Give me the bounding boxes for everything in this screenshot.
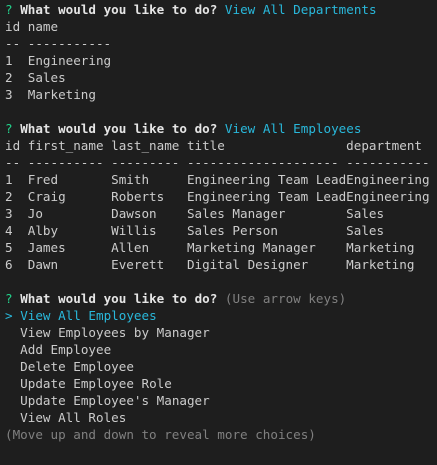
cell-first-name: Fred xyxy=(27,172,59,187)
prompt-question: What would you like to do? xyxy=(20,2,218,17)
cell-id: 1 xyxy=(5,172,13,187)
prompt-line-departments: ? What would you like to do? View All De… xyxy=(5,1,437,18)
column-header-id: id xyxy=(5,138,21,153)
cell-last-name: Roberts xyxy=(111,189,165,204)
cell-first-name: Jo xyxy=(27,206,43,221)
cell-last-name: Dawson xyxy=(111,206,157,221)
cell-department: Marketing xyxy=(346,240,415,255)
cell-id: 2 xyxy=(5,189,13,204)
menu-item-label: Add Employee xyxy=(20,342,112,357)
question-mark-icon: ? xyxy=(5,2,13,17)
column-header-first-name: first_name xyxy=(27,138,104,153)
column-header-id: id xyxy=(5,19,21,34)
column-header-department: department xyxy=(346,138,422,153)
prompt-question: What would you like to do? xyxy=(20,291,218,306)
prompt-line-active: ? What would you like to do? (Use arrow … xyxy=(5,290,437,307)
menu-item-delete-employee[interactable]: Delete Employee xyxy=(5,358,437,375)
question-mark-icon: ? xyxy=(5,121,13,136)
menu-item-update-employee-role[interactable]: Update Employee Role xyxy=(5,375,437,392)
employees-separator-row: -- ---------- --------- -------------------… xyxy=(5,154,437,171)
cell-title: Digital Designer xyxy=(186,257,309,272)
cell-id: 2 xyxy=(5,70,13,85)
prompt-hint: (Use arrow keys) xyxy=(224,291,347,306)
prompt-line-employees: ? What would you like to do? View All Em… xyxy=(5,120,437,137)
prompt-answer: View All Employees xyxy=(224,121,362,136)
prompt-question: What would you like to do? xyxy=(20,121,218,136)
cell-id: 1 xyxy=(5,53,13,68)
menu-item-add-employee[interactable]: Add Employee xyxy=(5,341,437,358)
question-mark-icon: ? xyxy=(5,291,13,306)
cell-id: 3 xyxy=(5,87,13,102)
cell-name: Engineering xyxy=(27,53,112,68)
table-row: 2 Craig Roberts Engineering Team LeadEngine… xyxy=(5,188,437,205)
cell-title: Marketing Manager xyxy=(186,240,316,255)
cell-first-name: Alby xyxy=(27,223,59,238)
separator-department: ----------- xyxy=(346,155,430,170)
table-row: 1 Fred Smith Engineering Team LeadEngineeri… xyxy=(5,171,437,188)
departments-header-row: id name xyxy=(5,18,437,35)
cell-title: Engineering Team Lead xyxy=(186,172,347,187)
cell-first-name: Dawn xyxy=(27,257,59,272)
cell-id: 3 xyxy=(5,206,13,221)
menu-item-label: View Employees by Manager xyxy=(20,325,210,340)
terminal-window[interactable]: ? What would you like to do? View All De… xyxy=(0,0,437,465)
menu-item-label: View All Roles xyxy=(20,410,127,425)
menu-item-label: View All Employees xyxy=(20,308,157,323)
selection-pointer-icon: > xyxy=(5,308,13,323)
cell-department: Engineering xyxy=(346,172,430,187)
cell-title: Sales Manager xyxy=(186,206,286,221)
cell-department: Engineering xyxy=(346,189,430,204)
cell-last-name: Smith xyxy=(111,172,150,187)
menu-item-label: Update Employee Role xyxy=(20,376,172,391)
cell-title: Engineering Team Lead xyxy=(186,189,347,204)
cell-last-name: Everett xyxy=(111,257,165,272)
menu-footer-hint: (Move up and down to reveal more choices… xyxy=(5,427,316,442)
separator-id: -- xyxy=(5,155,21,170)
cell-id: 5 xyxy=(5,240,13,255)
menu-item-update-employee-manager[interactable]: Update Employee's Manager xyxy=(5,392,437,409)
cell-last-name: Allen xyxy=(111,240,150,255)
table-row: 6 Dawn Everett Digital Designer Marketing xyxy=(5,256,437,273)
separator-title: -------------------- xyxy=(186,155,339,170)
cell-title: Sales Person xyxy=(186,223,278,238)
table-row: 5 James Allen Marketing Manager Marketing xyxy=(5,239,437,256)
table-row: 1 Engineering xyxy=(5,52,437,69)
cell-name: Sales xyxy=(27,70,66,85)
separator-first-name: ---------- xyxy=(27,155,104,170)
menu-item-view-employees-by-manager[interactable]: View Employees by Manager xyxy=(5,324,437,341)
table-row: 3 Jo Dawson Sales Manager Sales xyxy=(5,205,437,222)
cell-id: 6 xyxy=(5,257,13,272)
cell-id: 4 xyxy=(5,223,13,238)
separator-id: -- xyxy=(5,36,21,51)
separator-last-name: --------- xyxy=(111,155,180,170)
cell-first-name: James xyxy=(27,240,66,255)
table-row: 3 Marketing xyxy=(5,86,437,103)
column-header-last-name: last_name xyxy=(111,138,180,153)
table-row: 2 Sales xyxy=(5,69,437,86)
menu-item-view-all-employees[interactable]: > View All Employees xyxy=(5,307,437,324)
departments-separator-row: -- ----------- xyxy=(5,35,437,52)
column-header-title: title xyxy=(186,138,225,153)
menu-item-label: Delete Employee xyxy=(20,359,134,374)
prompt-answer: View All Departments xyxy=(224,2,377,17)
table-row: 4 Alby Willis Sales Person Sales xyxy=(5,222,437,239)
employees-header-row: id first_name last_name title department xyxy=(5,137,437,154)
separator-name: ----------- xyxy=(27,36,112,51)
cell-department: Sales xyxy=(346,206,385,221)
menu-item-label: Update Employee's Manager xyxy=(20,393,210,408)
menu-item-view-all-roles[interactable]: View All Roles xyxy=(5,409,437,426)
cell-department: Marketing xyxy=(346,257,415,272)
column-header-name: name xyxy=(27,19,59,34)
cell-department: Sales xyxy=(346,223,385,238)
cell-first-name: Craig xyxy=(27,189,66,204)
cell-name: Marketing xyxy=(27,87,96,102)
cell-last-name: Willis xyxy=(111,223,157,238)
